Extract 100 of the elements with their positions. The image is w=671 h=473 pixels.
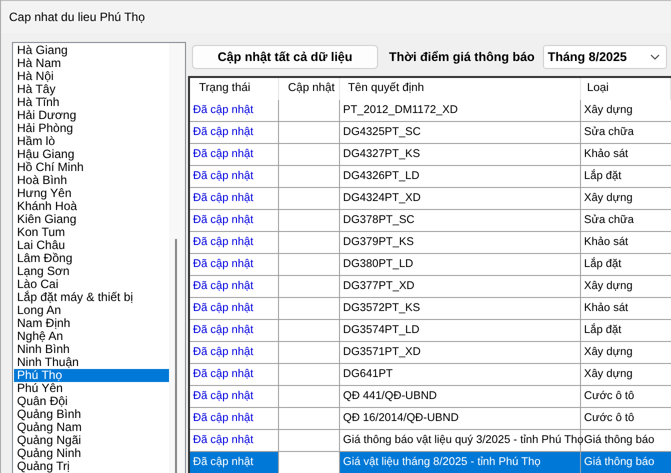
table-cell: DG641PT <box>340 364 581 386</box>
table-cell: Đã cập nhật <box>190 320 279 342</box>
table-cell: DG3571PT_XD <box>340 342 581 364</box>
table-cell: Đã cập nhật <box>190 254 279 276</box>
province-item[interactable]: Hoà Bình <box>14 174 169 187</box>
table-cell: Xây dựng <box>581 276 671 298</box>
scroll-thumb[interactable] <box>175 239 177 473</box>
province-item[interactable]: Lạng Sơn <box>14 265 169 278</box>
empty-cell <box>279 188 340 210</box>
empty-cell <box>279 364 340 386</box>
scrollbar[interactable] <box>169 43 185 473</box>
price-time-label: Thời điểm giá thông báo <box>389 50 535 64</box>
column-header[interactable]: Tên quyết định <box>340 78 581 100</box>
province-item[interactable]: Quảng Bình <box>14 408 169 421</box>
province-item[interactable]: Lai Châu <box>14 239 169 252</box>
province-item[interactable]: Quân Đội <box>14 395 169 408</box>
table-cell: DG4324PT_XD <box>340 188 581 210</box>
window-title: Cap nhat du lieu Phú Thọ <box>9 10 145 24</box>
table-cell: Đã cập nhật <box>190 166 279 188</box>
table-cell: DG377PT_XD <box>340 276 581 298</box>
empty-cell <box>279 166 340 188</box>
province-item[interactable]: Phú Thọ <box>14 369 169 382</box>
province-item[interactable]: Lào Cai <box>14 278 169 291</box>
province-list[interactable] <box>12 42 186 473</box>
empty-cell <box>279 144 340 166</box>
update-all-button[interactable]: Cập nhật tất cả dữ liệu <box>192 45 378 69</box>
province-item[interactable]: Quảng Nam <box>14 421 169 434</box>
table-cell: Đã cập nhật <box>190 452 279 473</box>
table-cell: Đã cập nhật <box>190 232 279 254</box>
empty-cell <box>279 254 340 276</box>
province-item[interactable]: Hà Nam <box>14 57 169 70</box>
table-cell: Xây dựng <box>581 100 671 122</box>
table-cell: DG4327PT_KS <box>340 144 581 166</box>
month-dropdown[interactable]: Tháng 8/2025 <box>542 45 667 69</box>
province-item[interactable]: Hà Nội <box>14 70 169 83</box>
empty-cell <box>279 100 340 122</box>
empty-cell <box>279 430 340 452</box>
table-cell: Khảo sát <box>581 232 671 254</box>
province-item[interactable]: Hải Dương <box>14 109 169 122</box>
province-item[interactable]: Hà Tĩnh <box>14 96 169 109</box>
table-cell: DG3574PT_LD <box>340 320 581 342</box>
province-item[interactable]: Kiên Giang <box>14 213 169 226</box>
empty-cell <box>279 122 340 144</box>
province-item[interactable]: Lắp đặt máy & thiết bị <box>14 291 169 304</box>
province-item[interactable]: Nam Định <box>14 317 169 330</box>
empty-cell <box>279 408 340 430</box>
column-header[interactable]: Trạng thái <box>190 78 279 100</box>
table-cell: Đã cập nhật <box>190 100 279 122</box>
province-item[interactable]: Kon Tum <box>14 226 169 239</box>
empty-cell <box>279 342 340 364</box>
table-cell: Giá vật liệu tháng 8/2025 - tỉnh Phú Thọ <box>340 452 581 473</box>
column-header[interactable]: Loại <box>581 78 671 100</box>
table-cell: Khảo sát <box>581 144 671 166</box>
table-cell: Xây dựng <box>581 188 671 210</box>
table-cell: Đã cập nhật <box>190 298 279 320</box>
province-item[interactable]: Hầm lò <box>14 135 169 148</box>
empty-cell <box>279 298 340 320</box>
table-cell: Đã cập nhật <box>190 386 279 408</box>
empty-cell <box>279 276 340 298</box>
table-cell: Đã cập nhật <box>190 342 279 364</box>
table-cell: Cước ô tô <box>581 386 671 408</box>
province-item[interactable]: Hà Giang <box>14 44 169 57</box>
table-cell: Đã cập nhật <box>190 408 279 430</box>
empty-cell <box>279 210 340 232</box>
table-cell: Đã cập nhật <box>190 144 279 166</box>
province-item[interactable]: Quảng Ngãi <box>14 434 169 447</box>
province-item[interactable]: Hà Tây <box>14 83 169 96</box>
province-item[interactable]: Long An <box>14 304 169 317</box>
province-item[interactable]: Quảng Ninh <box>14 447 169 460</box>
table-cell: DG4326PT_LD <box>340 166 581 188</box>
table-cell: Cước ô tô <box>581 408 671 430</box>
table-cell: Giá thông báo <box>581 452 671 473</box>
province-item[interactable]: Quảng Trị <box>14 460 169 473</box>
province-item[interactable]: Hồ Chí Minh <box>14 161 169 174</box>
table-cell: DG3572PT_KS <box>340 298 581 320</box>
province-item[interactable]: Ninh Bình <box>14 343 169 356</box>
province-item[interactable]: Phú Yên <box>14 382 169 395</box>
table-cell: Khảo sát <box>581 298 671 320</box>
province-item[interactable]: Hưng Yên <box>14 187 169 200</box>
table-cell: DG378PT_SC <box>340 210 581 232</box>
province-item[interactable]: Khánh Hoà <box>14 200 169 213</box>
empty-cell <box>279 386 340 408</box>
table-cell: DG379PT_KS <box>340 232 581 254</box>
table-cell: Đã cập nhật <box>190 364 279 386</box>
column-header[interactable]: Cập nhật <box>279 78 340 100</box>
table-cell: Đã cập nhật <box>190 188 279 210</box>
table-cell: Lắp đặt <box>581 254 671 276</box>
province-item[interactable]: Ninh Thuận <box>14 356 169 369</box>
table-cell: Đã cập nhật <box>190 210 279 232</box>
province-item[interactable]: Nghệ An <box>14 330 169 343</box>
table-cell: Xây dựng <box>581 364 671 386</box>
province-item[interactable]: Hải Phòng <box>14 122 169 135</box>
table-cell: Lắp đặt <box>581 320 671 342</box>
province-item[interactable]: Lâm Đồng <box>14 252 169 265</box>
table-cell: Đã cập nhật <box>190 122 279 144</box>
province-item[interactable]: Hậu Giang <box>14 148 169 161</box>
table-cell: Sửa chữa <box>581 122 671 144</box>
table-cell: DG380PT_LD <box>340 254 581 276</box>
table-cell: Đã cập nhật <box>190 276 279 298</box>
empty-cell <box>279 320 340 342</box>
